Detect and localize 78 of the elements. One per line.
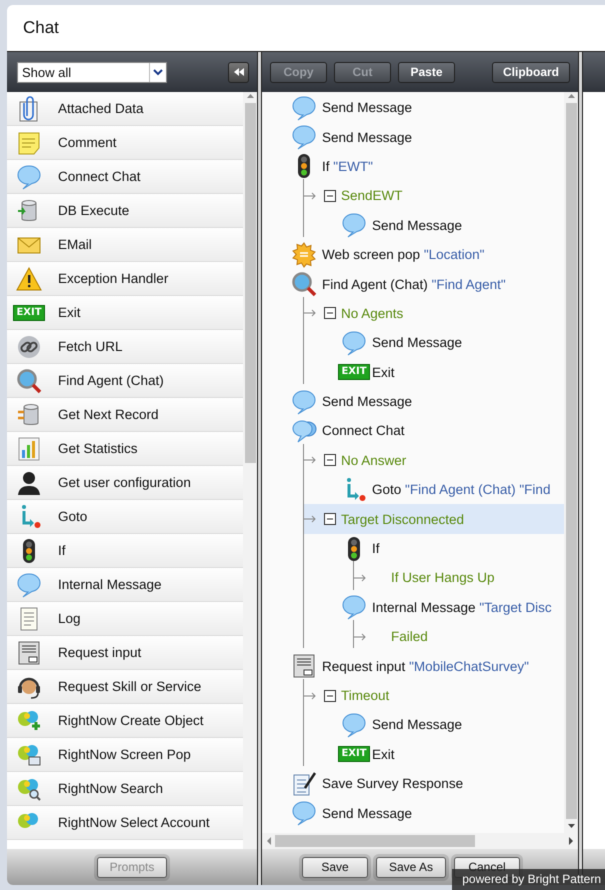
connector-arrow-icon	[303, 192, 317, 200]
footer-button[interactable]: Save	[302, 856, 368, 878]
scroll-left-icon[interactable]	[266, 836, 272, 846]
branch-row[interactable]: Failed	[353, 622, 564, 652]
exit-sign: EXIT	[338, 746, 370, 762]
filter-dropdown[interactable]: Show all	[17, 62, 167, 82]
flow-block-label[interactable]: Web screen pop "Location"	[322, 247, 484, 262]
vertical-scrollbar[interactable]	[564, 92, 578, 833]
flow-block-label[interactable]: Internal Message "Target Disc	[372, 600, 552, 615]
flow-block-label[interactable]: Send Message	[372, 218, 462, 233]
speech-bubble-icon	[341, 712, 367, 738]
form-icon	[291, 653, 317, 680]
exit-sign: EXIT	[13, 304, 45, 320]
speech-bubble-icon	[16, 572, 42, 598]
branch-row[interactable]: SendEWT	[303, 181, 564, 211]
speech-bubble-icon	[16, 164, 42, 190]
connector-arrow-icon	[303, 515, 317, 524]
connector-arrow-icon	[353, 574, 367, 582]
connector-arrow-icon	[353, 632, 367, 641]
toolbar-button[interactable]: Paste	[398, 62, 455, 82]
flow-block-label[interactable]: Send Message	[322, 806, 412, 821]
magnifier-icon	[291, 271, 317, 298]
exit-sign: EXIT	[338, 364, 370, 380]
flow-block-label[interactable]: Exit	[372, 746, 395, 762]
connector-arrow-icon	[303, 456, 317, 464]
branch-row[interactable]: If User Hangs Up	[353, 563, 564, 593]
form-icon	[16, 640, 42, 666]
flow-block-label[interactable]: Send Message	[322, 100, 412, 116]
branch-row[interactable]: Timeout	[303, 680, 564, 710]
powered-by-badge: powered by Bright Pattern	[452, 869, 605, 890]
speech-bubble-icon	[291, 388, 317, 415]
collapse-icon[interactable]	[324, 454, 336, 466]
speech-bubble-icon	[291, 124, 317, 150]
scroll-right-icon[interactable]	[568, 836, 574, 846]
flow-block-label[interactable]: Exit	[372, 364, 395, 380]
magnifier-icon	[16, 368, 42, 394]
horizontal-scrollbar[interactable]	[262, 833, 578, 849]
panel-splitter[interactable]	[257, 52, 262, 92]
notepad-pencil-icon	[291, 770, 317, 797]
warning-icon	[16, 266, 42, 292]
speech-bubble-icon	[341, 594, 367, 620]
flow-block-label[interactable]: Save Survey Response	[322, 776, 464, 792]
window-title: Chat	[23, 18, 59, 38]
flow-block-label[interactable]: If	[372, 541, 380, 556]
collapse-icon[interactable]	[324, 190, 336, 202]
flow-block-label[interactable]: Connect Chat	[322, 423, 405, 438]
speech-bubbles-icon	[291, 418, 317, 444]
toolbar-button[interactable]: Clipboard	[492, 62, 570, 82]
panel-splitter[interactable]	[257, 849, 262, 885]
sticky-note-icon	[16, 130, 42, 156]
branch-row[interactable]: No Answer	[303, 446, 564, 476]
flow-block-label[interactable]: Send Message	[322, 394, 412, 410]
double-left-arrow-icon	[234, 68, 244, 76]
collapse-icon[interactable]	[324, 690, 336, 702]
person-icon	[16, 470, 42, 496]
collapse-icon[interactable]	[324, 307, 336, 320]
speech-bubble-icon	[341, 330, 367, 356]
connector-arrow-icon	[303, 309, 317, 318]
speech-bubble-icon	[291, 800, 317, 826]
connector-arrow-icon	[303, 692, 317, 700]
collapse-panel-button[interactable]	[228, 62, 249, 82]
flow-block-label[interactable]: If "EWT"	[322, 158, 373, 174]
vertical-scrollbar[interactable]	[243, 92, 257, 849]
panel-splitter[interactable]	[578, 52, 583, 92]
speech-bubble-icon	[291, 94, 317, 121]
bar-chart-icon	[16, 436, 42, 462]
sun-badge-icon	[291, 242, 317, 268]
flow-block-label[interactable]: Send Message	[372, 335, 462, 350]
footer-button[interactable]: Save As	[376, 856, 446, 878]
flow-block-label[interactable]: Send Message	[322, 130, 412, 145]
chain-link-icon	[16, 334, 42, 360]
flow-block-label[interactable]: Goto "Find Agent (Chat) "Find	[372, 482, 550, 498]
flow-block-label[interactable]: Send Message	[372, 717, 462, 732]
speech-bubble-icon	[341, 212, 367, 238]
branch-row[interactable]: No Agents	[303, 298, 564, 328]
flow-block-label[interactable]: Find Agent (Chat) "Find Agent"	[322, 276, 506, 292]
flow-block-label[interactable]: Request input "MobileChatSurvey"	[322, 658, 529, 674]
collapse-icon[interactable]	[324, 513, 336, 526]
